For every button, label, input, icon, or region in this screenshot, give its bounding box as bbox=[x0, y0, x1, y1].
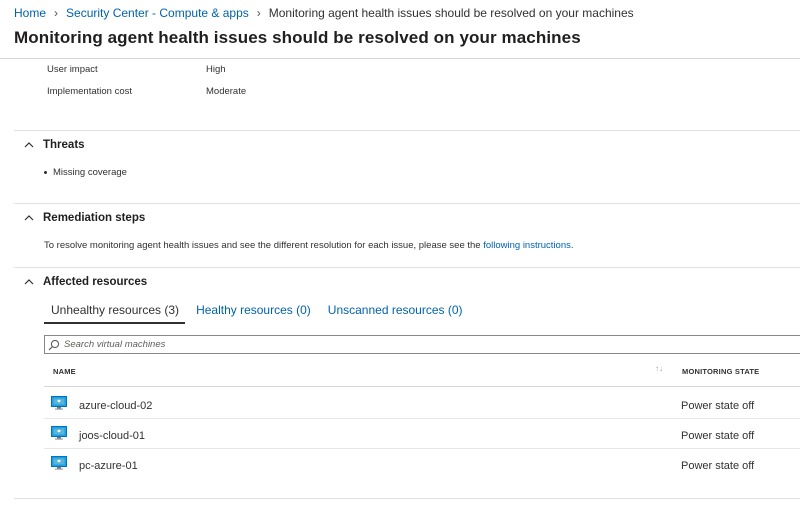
virtual-machine-icon bbox=[51, 426, 67, 440]
remediation-text: To resolve monitoring agent health issue… bbox=[44, 240, 574, 251]
chevron-up-icon bbox=[24, 142, 34, 148]
sort-icon[interactable]: ↑↓ bbox=[655, 364, 663, 373]
implementation-cost-label: Implementation cost bbox=[47, 86, 133, 97]
search-box[interactable] bbox=[44, 335, 800, 354]
monitoring-state: Power state off bbox=[681, 400, 755, 412]
affected-resources-section-header[interactable]: Affected resources bbox=[22, 275, 147, 289]
breadcrumb-current: Monitoring agent health issues should be… bbox=[268, 6, 634, 20]
table-row[interactable]: joos-cloud-01 Power state off bbox=[44, 419, 800, 449]
section-divider bbox=[14, 498, 800, 499]
resource-name[interactable]: pc-azure-01 bbox=[79, 460, 138, 472]
column-header-monitoring-state[interactable]: MONITORING STATE bbox=[682, 367, 759, 376]
remediation-period: . bbox=[570, 240, 574, 251]
table-row[interactable]: pc-azure-01 Power state off bbox=[44, 449, 800, 479]
threat-item-label: Missing coverage bbox=[53, 167, 127, 178]
following-instructions-link[interactable]: following instructions bbox=[483, 240, 571, 251]
tab-unscanned-resources[interactable]: Unscanned resources (0) bbox=[322, 303, 469, 324]
search-icon bbox=[48, 339, 60, 350]
user-impact-value: High bbox=[206, 64, 226, 75]
affected-resources-title: Affected resources bbox=[43, 276, 148, 288]
monitoring-state: Power state off bbox=[681, 460, 755, 472]
user-impact-label: User impact bbox=[47, 64, 98, 75]
column-header-name[interactable]: NAME bbox=[53, 367, 76, 376]
breadcrumb: Home › Security Center - Compute & apps … bbox=[14, 5, 634, 21]
implementation-cost-value: Moderate bbox=[206, 86, 247, 97]
chevron-right-icon: › bbox=[54, 6, 59, 20]
virtual-machine-icon bbox=[51, 396, 67, 410]
table-header-divider bbox=[44, 386, 800, 387]
table-row[interactable]: azure-cloud-02 Power state off bbox=[44, 389, 800, 419]
breadcrumb-home-link[interactable]: Home bbox=[14, 6, 46, 20]
section-divider bbox=[14, 203, 800, 204]
chevron-up-icon bbox=[24, 215, 34, 221]
tab-unhealthy-resources[interactable]: Unhealthy resources (3) bbox=[44, 303, 186, 324]
virtual-machine-icon bbox=[51, 456, 67, 470]
resource-name[interactable]: joos-cloud-01 bbox=[79, 430, 145, 442]
header-divider bbox=[0, 58, 800, 59]
monitoring-state: Power state off bbox=[681, 430, 755, 442]
breadcrumb-security-center-link[interactable]: Security Center - Compute & apps bbox=[66, 6, 249, 20]
bullet-icon bbox=[44, 171, 47, 174]
search-input[interactable] bbox=[64, 339, 764, 350]
page-title: Monitoring agent health issues should be… bbox=[14, 28, 581, 47]
remediation-section-header[interactable]: Remediation steps bbox=[22, 211, 145, 225]
resource-tabs: Unhealthy resources (3) Healthy resource… bbox=[44, 303, 469, 324]
remediation-description: To resolve monitoring agent health issue… bbox=[44, 240, 481, 251]
threat-item: Missing coverage bbox=[44, 167, 127, 178]
remediation-title: Remediation steps bbox=[43, 212, 146, 224]
chevron-right-icon: › bbox=[256, 6, 261, 20]
section-divider bbox=[14, 267, 800, 268]
tab-healthy-resources[interactable]: Healthy resources (0) bbox=[190, 303, 317, 324]
resource-name[interactable]: azure-cloud-02 bbox=[79, 400, 152, 412]
threats-title: Threats bbox=[43, 139, 85, 151]
threats-section-header[interactable]: Threats bbox=[22, 138, 85, 152]
section-divider bbox=[14, 130, 800, 131]
chevron-up-icon bbox=[24, 279, 34, 285]
